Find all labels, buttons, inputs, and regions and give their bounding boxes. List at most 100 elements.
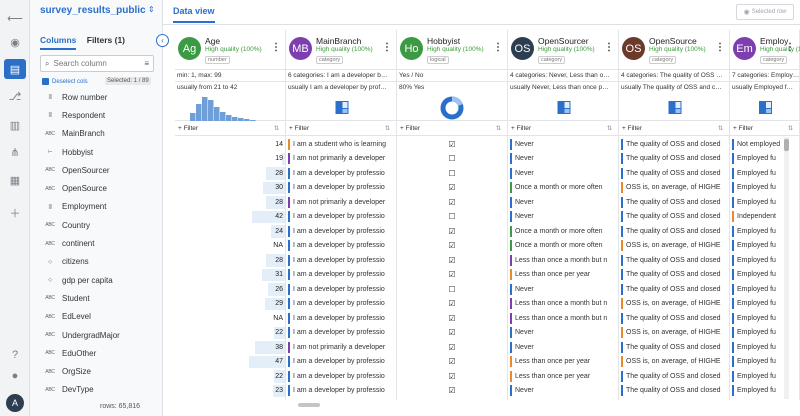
table-cell[interactable]: I am a student who is learning <box>286 137 396 152</box>
filter-button[interactable]: + Filter ⇅ <box>619 122 729 136</box>
tab-data-view[interactable]: Data view <box>173 6 215 23</box>
table-cell[interactable]: I am a developer by professio <box>286 297 396 312</box>
flow-icon[interactable]: ⎇ <box>4 86 26 106</box>
table-cell[interactable]: I am a developer by professio <box>286 181 396 196</box>
column-list-item[interactable]: ABC Student <box>44 289 159 307</box>
table-cell[interactable]: ☑ <box>397 311 507 326</box>
sort-icon[interactable]: ⇅ <box>607 122 612 136</box>
table-cell[interactable]: The quality of OSS and closed <box>619 152 729 167</box>
kebab-menu-icon[interactable]: ⋮ <box>785 42 795 53</box>
filter-icon[interactable]: ≡ <box>144 59 149 68</box>
table-cell[interactable]: OSS is, on average, of HIGHE <box>619 181 729 196</box>
table-cell[interactable]: ☑ <box>397 268 507 283</box>
table-cell[interactable]: 19 <box>175 152 285 167</box>
table-cell[interactable]: OSS is, on average, of HIGHE <box>619 326 729 341</box>
table-cell[interactable]: Never <box>508 340 618 355</box>
chevron-updown-icon[interactable]: ⇕ <box>148 5 155 14</box>
table-cell[interactable]: OSS is, on average, of HIGHE <box>619 239 729 254</box>
table-cell[interactable]: The quality of OSS and closed <box>619 384 729 399</box>
table-cell[interactable]: Less than once per year <box>508 355 618 370</box>
table-cell[interactable]: Less than once per year <box>508 369 618 384</box>
table-cell[interactable]: The quality of OSS and closed <box>619 282 729 297</box>
table-cell[interactable]: The quality of OSS and closed <box>619 210 729 225</box>
vertical-scrollbar[interactable] <box>784 137 789 399</box>
table-cell[interactable]: Never <box>508 282 618 297</box>
table-cell[interactable]: ☑ <box>397 239 507 254</box>
column-list-item[interactable]: ABC EduOther <box>44 344 159 362</box>
table-cell[interactable]: I am a developer by professio <box>286 326 396 341</box>
column-list-item[interactable]: ABC MainBranch <box>44 125 159 143</box>
table-cell[interactable]: 28 <box>175 253 285 268</box>
table-cell[interactable]: 31 <box>175 268 285 283</box>
table-cell[interactable]: NA <box>175 311 285 326</box>
column-list-item[interactable]: ◇ citizens <box>44 253 159 271</box>
table-cell[interactable]: ☐ <box>397 152 507 167</box>
sort-icon[interactable]: ⇅ <box>385 122 390 136</box>
table-cell[interactable]: Less than once per year <box>508 268 618 283</box>
kebab-menu-icon[interactable]: ⋮ <box>604 42 614 53</box>
table-cell[interactable]: I am not primarily a developer <box>286 152 396 167</box>
table-cell[interactable]: I am a developer by professio <box>286 282 396 297</box>
sort-icon[interactable]: ⇅ <box>274 122 279 136</box>
table-cell[interactable]: Never <box>508 152 618 167</box>
sort-icon[interactable]: ⇅ <box>718 122 723 136</box>
table-cell[interactable]: I am a developer by professio <box>286 384 396 399</box>
tab-filters[interactable]: Filters (1) <box>87 35 125 45</box>
table-cell[interactable]: ☑ <box>397 195 507 210</box>
column-list-item[interactable]: ABC EdLevel <box>44 308 159 326</box>
table-cell[interactable]: ☑ <box>397 297 507 312</box>
table-cell[interactable]: ☑ <box>397 181 507 196</box>
table-cell[interactable]: I am a developer by professio <box>286 224 396 239</box>
table-cell[interactable]: 28 <box>175 195 285 210</box>
collapse-panel-button[interactable]: ‹ <box>156 34 169 47</box>
table-cell[interactable]: Never <box>508 326 618 341</box>
kebab-menu-icon[interactable]: ⋮ <box>715 42 725 53</box>
table-cell[interactable]: 22 <box>175 326 285 341</box>
table-cell[interactable]: The quality of OSS and closed <box>619 311 729 326</box>
table-cell[interactable]: 22 <box>175 369 285 384</box>
table-cell[interactable]: Once a month or more often <box>508 224 618 239</box>
table-cell[interactable]: I am a developer by professio <box>286 369 396 384</box>
table-cell[interactable]: I am a developer by professio <box>286 239 396 254</box>
column-header[interactable]: OS OpenSource High quality (100%) catego… <box>619 30 729 70</box>
plus-icon[interactable]: ＋ <box>4 203 26 223</box>
kebab-menu-icon[interactable]: ⋮ <box>271 42 281 53</box>
column-header[interactable]: Em Employ High quality (100%) category ⋮ <box>730 30 800 70</box>
table-cell[interactable]: ☑ <box>397 326 507 341</box>
table-cell[interactable]: ☑ <box>397 224 507 239</box>
deselect-cols[interactable]: Deselect cols <box>42 78 88 85</box>
filter-button[interactable]: + Filter ⇅ <box>397 122 507 136</box>
table-cell[interactable]: Never <box>508 195 618 210</box>
table-cell[interactable]: The quality of OSS and closed <box>619 369 729 384</box>
sort-icon[interactable]: ⇅ <box>788 122 793 136</box>
table-cell[interactable]: 42 <box>175 210 285 225</box>
table-cell[interactable]: OSS is, on average, of HIGHE <box>619 297 729 312</box>
table-cell[interactable]: The quality of OSS and closed <box>619 166 729 181</box>
column-list-item[interactable]: ||| Respondent <box>44 106 159 124</box>
table-cell[interactable]: I am a developer by professio <box>286 166 396 181</box>
filter-button[interactable]: + Filter ⇅ <box>175 122 285 136</box>
user-icon[interactable]: ● <box>4 366 26 386</box>
table-cell[interactable]: I am a developer by professio <box>286 253 396 268</box>
table-cell[interactable]: I am not primarily a developer <box>286 195 396 210</box>
selected-row-button[interactable]: ◉ Selected row <box>736 4 794 20</box>
table-cell[interactable]: Less than once a month but n <box>508 253 618 268</box>
table-cell[interactable]: I am a developer by professio <box>286 355 396 370</box>
horizontal-scrollbar[interactable] <box>298 403 320 407</box>
table-cell[interactable]: Never <box>508 137 618 152</box>
table-cell[interactable]: 28 <box>175 166 285 181</box>
table-cell[interactable]: ☐ <box>397 210 507 225</box>
eye-icon[interactable]: ◉ <box>4 32 26 52</box>
column-list-item[interactable]: ABC UndergradMajor <box>44 326 159 344</box>
column-list-item[interactable]: ⊢ Hobbyist <box>44 143 159 161</box>
table-cell[interactable]: 47 <box>175 355 285 370</box>
column-list-item[interactable]: ABC Country <box>44 216 159 234</box>
bar-chart-icon[interactable]: ▥ <box>4 115 26 135</box>
table-cell[interactable]: I am not primarily a developer <box>286 340 396 355</box>
table-cell[interactable]: Less than once a month but n <box>508 297 618 312</box>
help-icon[interactable]: ? <box>4 345 26 365</box>
table-cell[interactable]: ☐ <box>397 282 507 297</box>
column-list-item[interactable]: ABC OpenSourcer <box>44 161 159 179</box>
column-list-item[interactable]: ||| Row number <box>44 88 159 106</box>
table-cell[interactable]: 26 <box>175 282 285 297</box>
